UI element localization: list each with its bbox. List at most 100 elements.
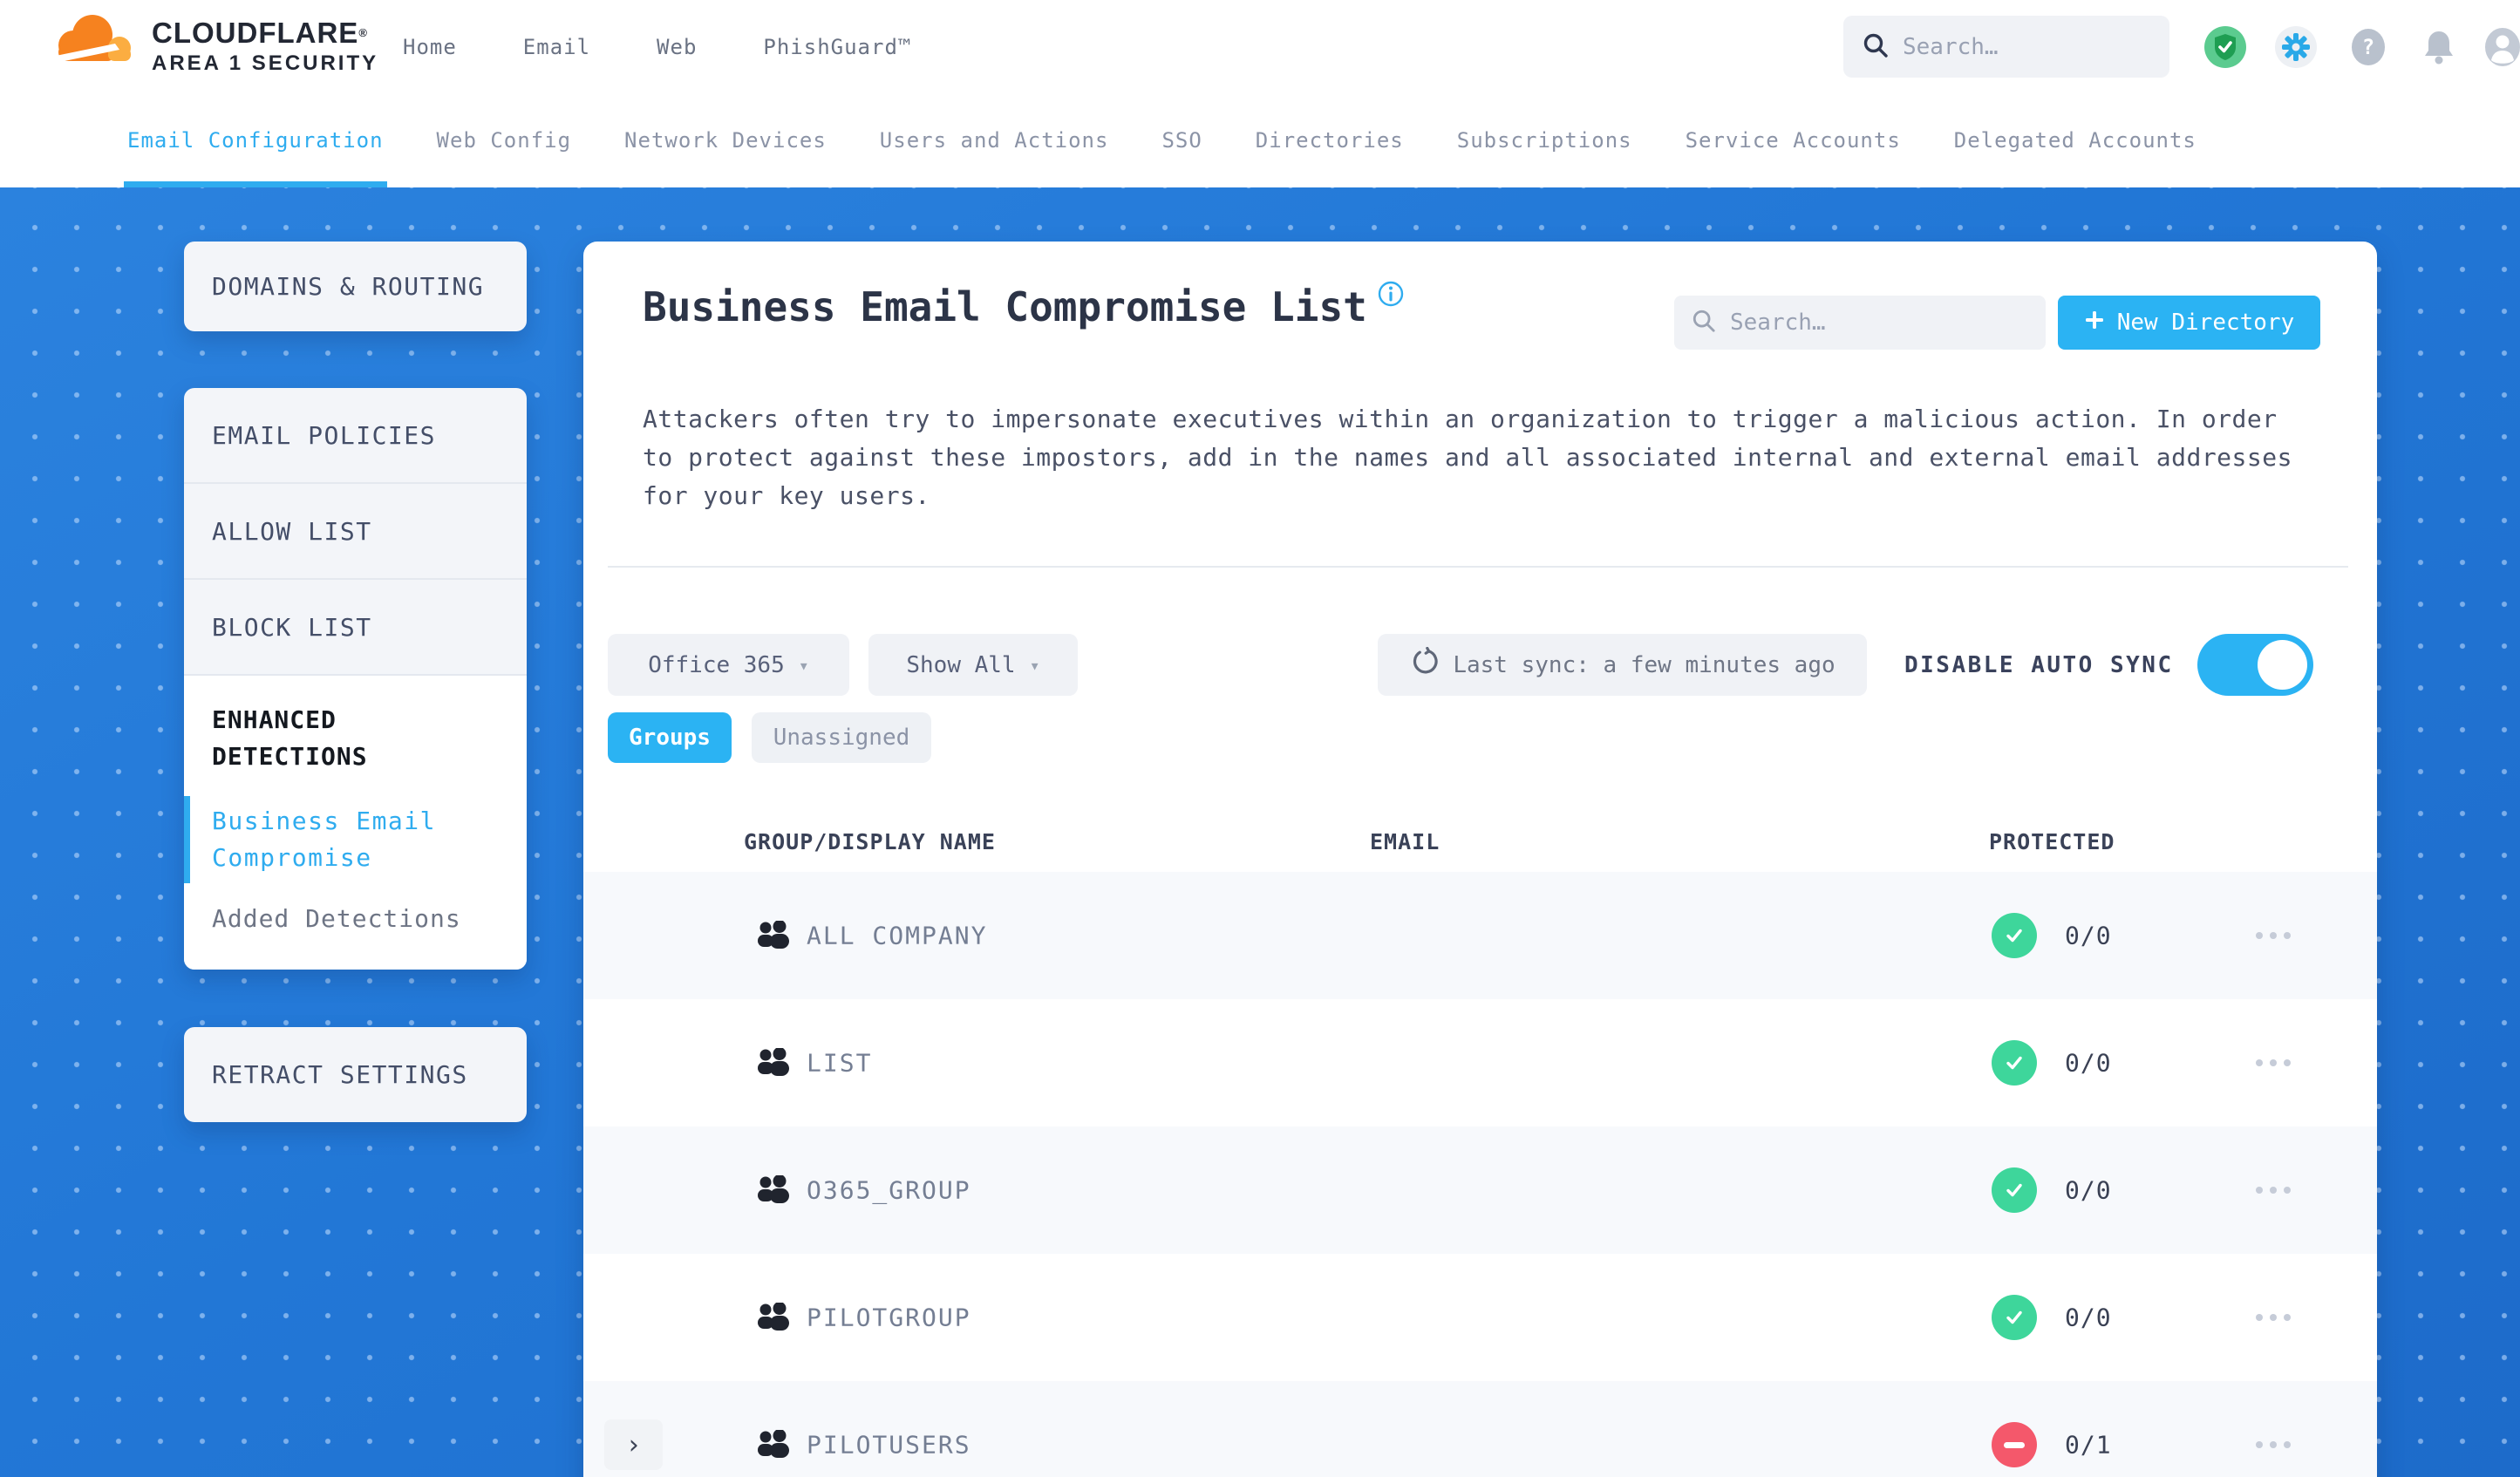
tab-delegated-accounts[interactable]: Delegated Accounts — [1954, 93, 2196, 187]
section-tabs: Email Configuration Web Config Network D… — [0, 93, 2520, 187]
tab-web-config[interactable]: Web Config — [437, 93, 572, 187]
sidebar-item-allow-list[interactable]: ALLOW LIST — [184, 484, 527, 580]
row-menu-button[interactable] — [2256, 1187, 2291, 1194]
group-name: O365_GROUP — [807, 1175, 971, 1205]
column-header-email: EMAIL — [1370, 829, 1440, 854]
search-icon — [1863, 32, 1889, 62]
table-row[interactable]: O365_GROUP 0/0 — [583, 1126, 2377, 1254]
auto-sync-toggle[interactable] — [2197, 634, 2313, 696]
nav-item-phishguard[interactable]: PhishGuard™ — [763, 35, 911, 59]
tab-users-and-actions[interactable]: Users and Actions — [880, 93, 1109, 187]
caret-down-icon: ▾ — [1029, 654, 1040, 676]
content-canvas: DOMAINS & ROUTING EMAIL POLICIES ALLOW L… — [0, 187, 2520, 1477]
new-directory-button[interactable]: New Directory — [2058, 296, 2320, 350]
toggle-knob — [2258, 640, 2307, 690]
protected-badge — [1992, 1167, 2037, 1213]
sidebar-item-domains-routing[interactable]: DOMAINS & ROUTING — [184, 242, 527, 331]
user-avatar-icon[interactable] — [2483, 27, 2520, 71]
notifications-bell-icon[interactable] — [2421, 28, 2457, 70]
group-name: PILOTGROUP — [807, 1303, 971, 1332]
protected-count: 0/0 — [2065, 921, 2112, 950]
group-people-icon — [754, 1047, 793, 1081]
protected-badge — [1992, 1422, 2037, 1467]
sidebar-section-enhanced-detections: ENHANCED DETECTIONS Business Email Compr… — [184, 676, 527, 970]
auto-sync-label: DISABLE AUTO SYNC — [1904, 652, 2174, 678]
settings-gear-icon[interactable] — [2275, 26, 2317, 71]
search-icon — [1692, 309, 1716, 337]
primary-nav: Home Email Web PhishGuard™ — [403, 0, 911, 93]
minus-icon — [2004, 1441, 2025, 1448]
nav-item-home[interactable]: Home — [403, 35, 457, 59]
help-icon[interactable]: ? — [2350, 29, 2387, 69]
last-sync-button[interactable]: Last sync: a few minutes ago — [1378, 634, 1867, 696]
global-search[interactable] — [1843, 16, 2169, 78]
sidebar-item-business-email-compromise[interactable]: Business Email Compromise — [184, 796, 439, 883]
protected-count: 0/0 — [2065, 1048, 2112, 1078]
directory-search[interactable] — [1674, 296, 2046, 350]
show-filter-dropdown[interactable]: Show All ▾ — [868, 634, 1078, 696]
column-header-group-display-name: GROUP/DISPLAY NAME — [744, 829, 996, 854]
view-tab-unassigned[interactable]: Unassigned — [752, 712, 931, 763]
protected-count: 0/0 — [2065, 1175, 2112, 1205]
directory-search-input[interactable] — [1730, 310, 2028, 336]
row-menu-button[interactable] — [2256, 1059, 2291, 1066]
brand-name: CLOUDFLARE® — [152, 17, 368, 49]
tab-email-configuration[interactable]: Email Configuration — [124, 93, 387, 187]
app: CLOUDFLARE® AREA 1 SECURITY Home Email W… — [0, 0, 2520, 1477]
row-menu-button[interactable] — [2256, 1314, 2291, 1321]
protected-badge — [1992, 1040, 2037, 1086]
page-description: Attackers often try to impersonate execu… — [643, 405, 2292, 510]
protected-count: 0/1 — [2065, 1430, 2112, 1460]
sidebar-item-retract-settings[interactable]: RETRACT SETTINGS — [184, 1027, 527, 1122]
top-header: CLOUDFLARE® AREA 1 SECURITY Home Email W… — [0, 0, 2520, 93]
protected-badge — [1992, 1295, 2037, 1340]
svg-text:?: ? — [2362, 35, 2374, 59]
group-people-icon — [754, 1302, 793, 1336]
sidebar-item-email-policies[interactable]: EMAIL POLICIES — [184, 388, 527, 484]
page-title: Business Email Compromise List — [643, 281, 1404, 330]
expand-row-button[interactable]: › — [604, 1419, 663, 1470]
nav-item-web[interactable]: Web — [657, 35, 697, 59]
view-tab-groups[interactable]: Groups — [608, 712, 732, 763]
sidebar-item-added-detections[interactable]: Added Detections — [212, 904, 499, 933]
row-menu-button[interactable] — [2256, 1441, 2291, 1448]
table-row[interactable]: ALL COMPANY 0/0 — [583, 872, 2377, 999]
tab-network-devices[interactable]: Network Devices — [624, 93, 827, 187]
group-people-icon — [754, 1174, 793, 1208]
directory-type-dropdown[interactable]: Office 365 ▾ — [608, 634, 849, 696]
table-header: GROUP/DISPLAY NAME EMAIL PROTECTED — [583, 817, 2377, 866]
protection-status-icon[interactable] — [2204, 26, 2246, 71]
tab-directories[interactable]: Directories — [1256, 93, 1404, 187]
sidebar-item-block-list[interactable]: BLOCK LIST — [184, 580, 527, 676]
plus-icon — [2084, 310, 2105, 337]
global-search-input[interactable] — [1903, 33, 2150, 60]
protected-count: 0/0 — [2065, 1303, 2112, 1332]
table-row[interactable]: › PILOTUSERS 0/1 — [583, 1381, 2377, 1477]
main-card: Business Email Compromise List New Direc… — [583, 242, 2377, 1477]
table-row[interactable]: PILOTGROUP 0/0 — [583, 1254, 2377, 1381]
sidebar-item-enhanced-detections[interactable]: ENHANCED DETECTIONS — [212, 702, 465, 775]
caret-down-icon: ▾ — [798, 654, 809, 676]
tab-subscriptions[interactable]: Subscriptions — [1457, 93, 1632, 187]
group-table: ALL COMPANY 0/0 LIST 0/0 O365_GROUP 0/0 … — [583, 872, 2377, 1477]
group-people-icon — [754, 920, 793, 954]
row-menu-button[interactable] — [2256, 932, 2291, 939]
nav-item-email[interactable]: Email — [523, 35, 590, 59]
tab-sso[interactable]: SSO — [1161, 93, 1202, 187]
info-icon[interactable] — [1378, 269, 1404, 316]
chevron-right-icon: › — [625, 1429, 642, 1460]
sidebar-policies-card: EMAIL POLICIES ALLOW LIST BLOCK LIST ENH… — [184, 388, 527, 970]
cloudflare-cloud-icon — [47, 9, 140, 70]
refresh-icon — [1409, 646, 1439, 683]
group-name: ALL COMPANY — [807, 921, 988, 950]
divider — [608, 566, 2348, 568]
group-people-icon — [754, 1429, 793, 1463]
brand-subtitle: AREA 1 SECURITY — [152, 51, 379, 75]
protected-badge — [1992, 913, 2037, 958]
column-header-protected: PROTECTED — [1989, 829, 2115, 854]
tab-service-accounts[interactable]: Service Accounts — [1686, 93, 1901, 187]
group-name: PILOTUSERS — [807, 1430, 971, 1460]
table-row[interactable]: LIST 0/0 — [583, 999, 2377, 1126]
brand-logo: CLOUDFLARE® AREA 1 SECURITY — [47, 9, 378, 77]
group-name: LIST — [807, 1048, 873, 1078]
